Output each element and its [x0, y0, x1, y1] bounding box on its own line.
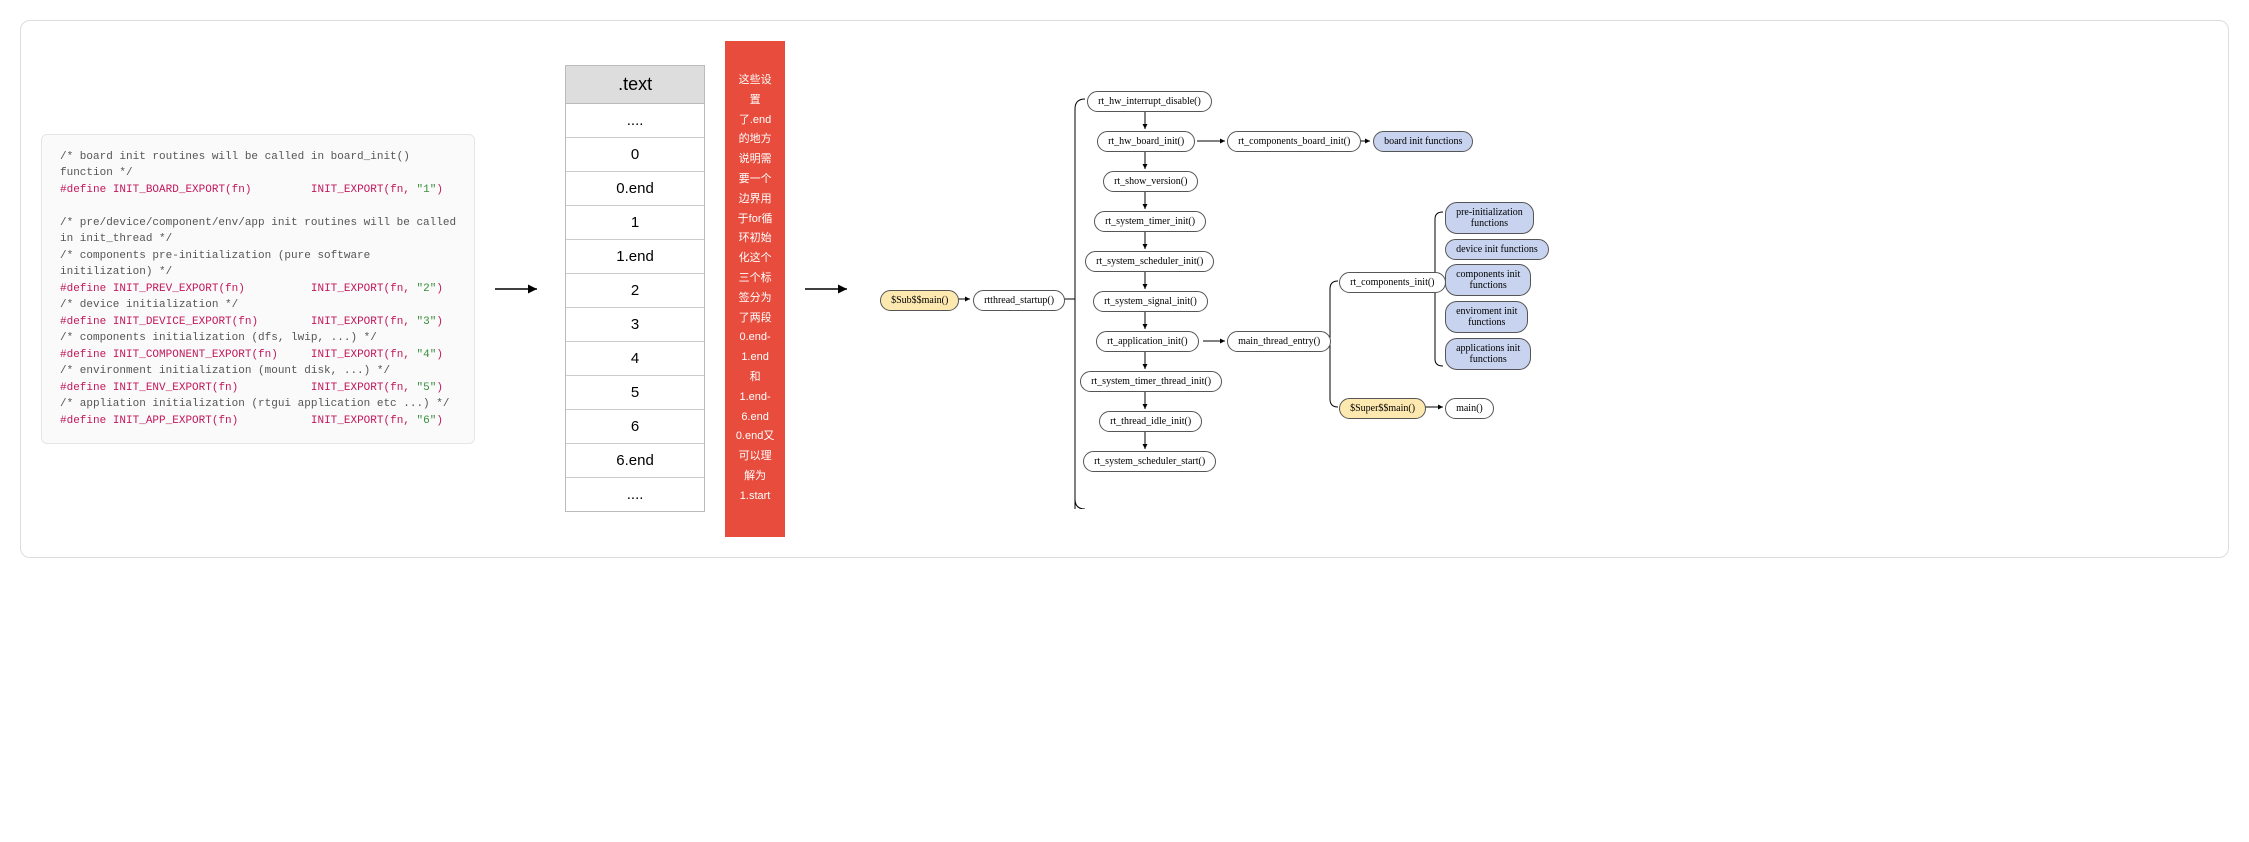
node-signal-init: rt_system_signal_init() — [1093, 291, 1208, 312]
code-token: ) — [436, 316, 443, 328]
node-hw-interrupt: rt_hw_interrupt_disable() — [1087, 91, 1212, 112]
node-timer-init: rt_system_timer_init() — [1094, 211, 1206, 232]
node-scheduler-init: rt_system_scheduler_init() — [1085, 251, 1214, 272]
code-token: "6" — [417, 415, 437, 427]
code-token: ) — [436, 184, 443, 196]
code-comment: /* pre/device/component/env/app init rou… — [60, 217, 456, 246]
code-token: ) — [436, 349, 443, 361]
flowchart: $Sub$$main() rtthread_startup() rt_hw_in… — [875, 69, 2208, 509]
table-row: .... — [566, 478, 704, 511]
code-token: "5" — [417, 382, 437, 394]
code-token: INIT_EXPORT(fn, — [311, 415, 410, 427]
node-main: main() — [1445, 398, 1494, 419]
code-token: "3" — [417, 316, 437, 328]
table-row: 2 — [566, 274, 704, 308]
code-comment: /* components pre-initialization (pure s… — [60, 250, 370, 279]
code-token: INIT_EXPORT(fn, — [311, 382, 410, 394]
table-row: 1 — [566, 206, 704, 240]
table-row: 4 — [566, 342, 704, 376]
code-token: ) — [436, 382, 443, 394]
code-token: ) — [436, 283, 443, 295]
text-section-table: .text .... 0 0.end 1 1.end 2 3 4 5 6 6.e… — [565, 65, 705, 512]
node-sub-main: $Sub$$main() — [880, 290, 959, 311]
node-app-init-fn: applications init functions — [1445, 338, 1531, 370]
annotation-panel: 这些设置了.end的地方说明需要一个边界用于for循环初始化这个三个标签分为了两… — [725, 41, 785, 537]
table-row: 3 — [566, 308, 704, 342]
code-token: "4" — [417, 349, 437, 361]
node-super-main: $Super$$main() — [1339, 398, 1426, 419]
code-comment: /* environment initialization (mount dis… — [60, 365, 390, 377]
code-line: #define INIT_BOARD_EXPORT(fn) — [60, 184, 251, 196]
node-main-thread: main_thread_entry() — [1227, 331, 1331, 352]
table-row: .... — [566, 104, 704, 138]
arrow-icon — [495, 279, 545, 299]
node-scheduler-start: rt_system_scheduler_start() — [1083, 451, 1216, 472]
table-row: 5 — [566, 376, 704, 410]
node-idle-init: rt_thread_idle_init() — [1099, 411, 1202, 432]
table-row: 1.end — [566, 240, 704, 274]
table-row: 6 — [566, 410, 704, 444]
table-row: 0 — [566, 138, 704, 172]
table-row: 0.end — [566, 172, 704, 206]
node-dev-init: device init functions — [1445, 239, 1549, 260]
annotation-text: 这些设置了.end的地方说明需要一个边界用于for循环初始化这个三个标签分为了两… — [735, 71, 775, 507]
node-comp-init: rt_components_init() — [1339, 272, 1445, 293]
code-comment: /* device initialization */ — [60, 299, 238, 311]
table-row: 6.end — [566, 444, 704, 478]
code-comment: /* components initialization (dfs, lwip,… — [60, 332, 377, 344]
code-comment: /* board init routines will be called in… — [60, 151, 410, 180]
node-env-init: enviroment init functions — [1445, 301, 1528, 333]
node-show-version: rt_show_version() — [1103, 171, 1198, 192]
node-comp-init-fn: components init functions — [1445, 264, 1531, 296]
node-app-init: rt_application_init() — [1096, 331, 1199, 352]
code-token: "1" — [417, 184, 437, 196]
node-timer-thread: rt_system_timer_thread_init() — [1080, 371, 1222, 392]
code-comment: /* appliation initialization (rtgui appl… — [60, 398, 449, 410]
code-token: "2" — [417, 283, 437, 295]
code-line: #define INIT_APP_EXPORT(fn) — [60, 415, 238, 427]
node-comp-board: rt_components_board_init() — [1227, 131, 1361, 152]
code-token: INIT_EXPORT(fn, — [311, 316, 410, 328]
node-hw-board: rt_hw_board_init() — [1097, 131, 1195, 152]
node-pre-init: pre-initialization functions — [1445, 202, 1534, 234]
code-token: INIT_EXPORT(fn, — [311, 184, 410, 196]
code-token: ) — [436, 415, 443, 427]
code-line: #define INIT_ENV_EXPORT(fn) — [60, 382, 238, 394]
code-line: #define INIT_DEVICE_EXPORT(fn) — [60, 316, 258, 328]
table-header: .text — [566, 66, 704, 104]
diagram-container: /* board init routines will be called in… — [20, 20, 2229, 558]
code-line: #define INIT_COMPONENT_EXPORT(fn) — [60, 349, 278, 361]
node-rtthread-startup: rtthread_startup() — [973, 290, 1065, 311]
code-block: /* board init routines will be called in… — [41, 134, 475, 445]
node-board-init-fn: board init functions — [1373, 131, 1473, 152]
arrow-icon — [805, 279, 855, 299]
code-line: #define INIT_PREV_EXPORT(fn) — [60, 283, 245, 295]
code-token: INIT_EXPORT(fn, — [311, 283, 410, 295]
code-token: INIT_EXPORT(fn, — [311, 349, 410, 361]
